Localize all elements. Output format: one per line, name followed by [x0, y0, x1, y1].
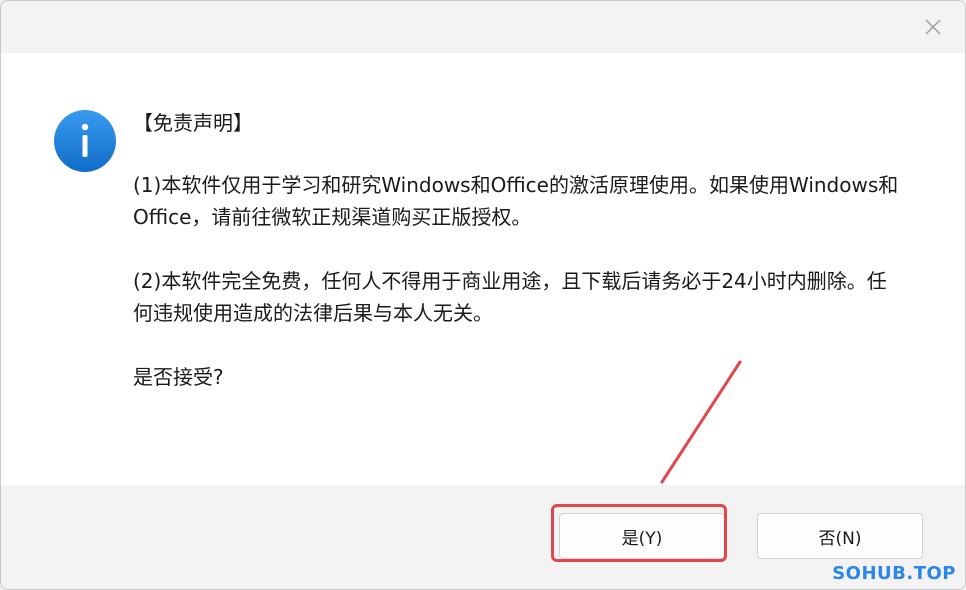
dialog-message: 【免责声明】 (1)本软件仅用于学习和研究Windows和Office的激活原理… — [133, 107, 903, 393]
disclaimer-paragraph-2: (2)本软件完全免费，任何人不得用于商业用途，且下载后请务必于24小时内删除。任… — [133, 269, 887, 325]
disclaimer-heading: 【免责声明】 — [133, 111, 253, 135]
watermark: SOHUB.TOP — [832, 563, 956, 584]
dialog-content: 【免责声明】 (1)本软件仅用于学习和研究Windows和Office的激活原理… — [1, 53, 965, 485]
yes-button[interactable]: 是(Y) — [559, 513, 725, 559]
title-bar — [1, 1, 965, 53]
accept-question: 是否接受? — [133, 365, 224, 389]
close-icon — [925, 19, 941, 35]
button-bar: 是(Y) 否(N) — [1, 485, 965, 589]
no-button[interactable]: 否(N) — [757, 513, 923, 559]
close-button[interactable] — [913, 9, 953, 45]
disclaimer-paragraph-1: (1)本软件仅用于学习和研究Windows和Office的激活原理使用。如果使用… — [133, 173, 899, 229]
disclaimer-dialog: 【免责声明】 (1)本软件仅用于学习和研究Windows和Office的激活原理… — [0, 0, 966, 590]
info-icon — [54, 110, 116, 172]
